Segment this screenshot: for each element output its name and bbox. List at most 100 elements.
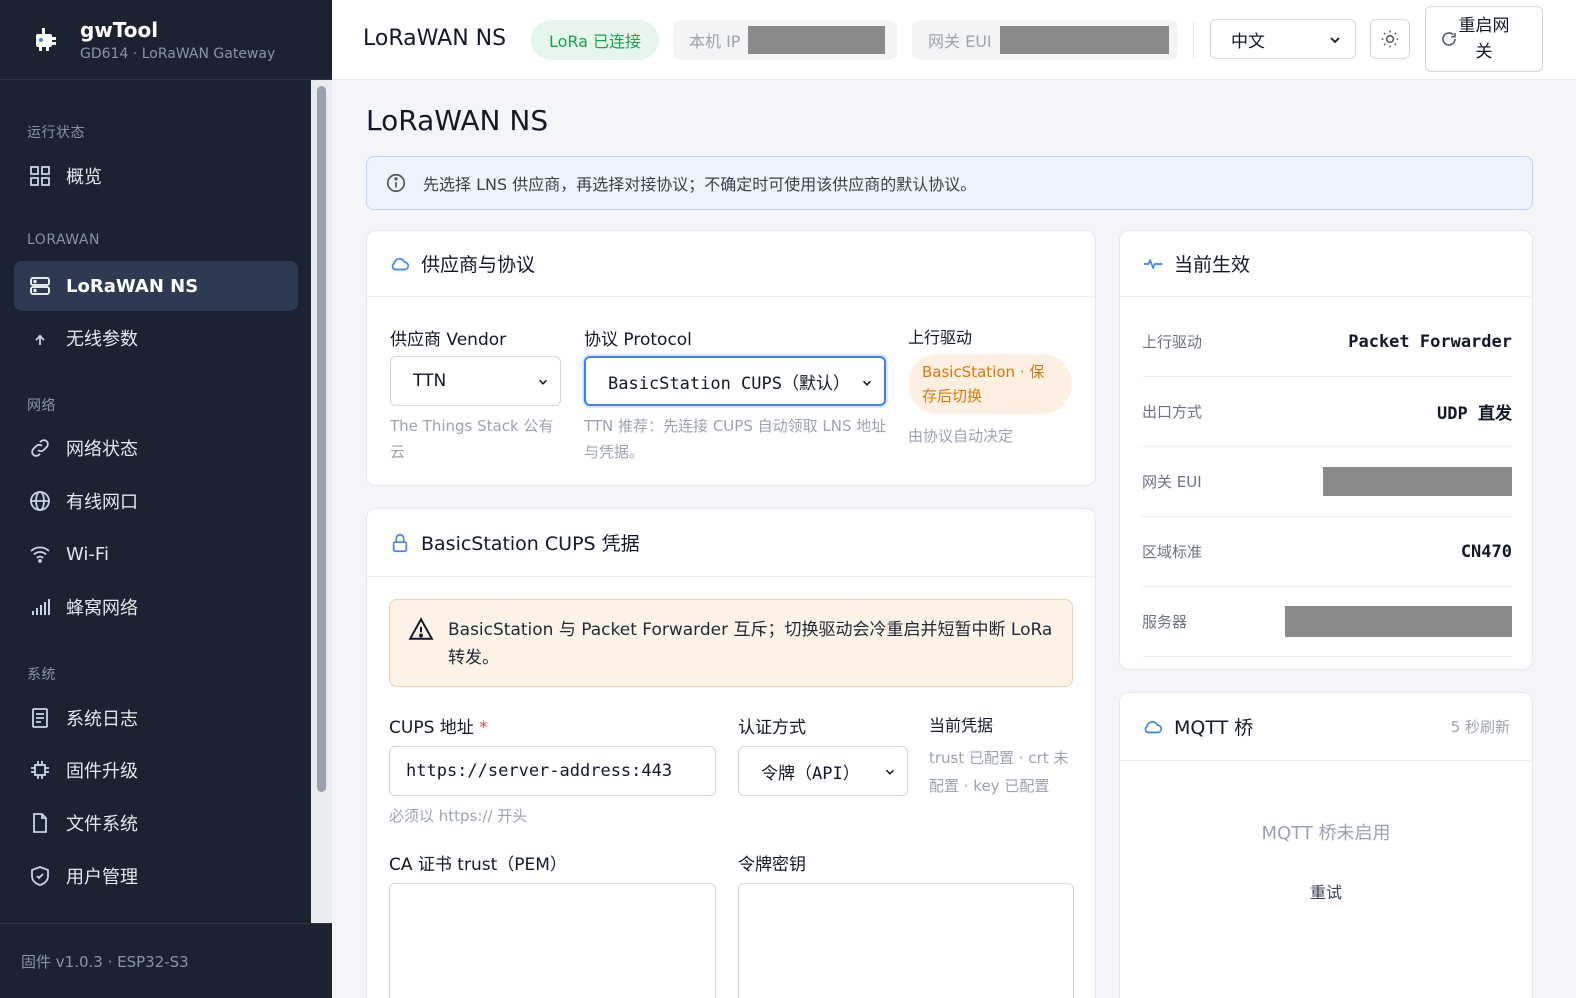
warning-text: BasicStation 与 Packet Forwarder 互斥；切换驱动会… [448, 620, 1053, 668]
brand: gwTool GD614 · LoRaWAN Gateway [0, 0, 332, 80]
cups-card-title: BasicStation CUPS 凭据 [421, 533, 640, 555]
mqtt-card-header: MQTT 桥 5 秒刷新 [1120, 693, 1532, 761]
sidebar-item-wifi[interactable]: Wi-Fi [14, 529, 298, 579]
kv-key: 出口方式 [1142, 403, 1203, 421]
shield-icon [31, 866, 49, 886]
file-icon [33, 813, 47, 833]
sidebar-item-lorawan-ns[interactable]: LoRaWAN NS [14, 261, 298, 311]
kv-row-region: 区域标准 CN470 [1142, 517, 1512, 587]
sidebar-item-label: 系统日志 [66, 709, 138, 730]
sidebar-item-label: 无线参数 [66, 329, 138, 350]
sidebar-item-firmware[interactable]: 固件升级 [14, 745, 298, 795]
gateway-eui-pill: 网关 EUI [912, 20, 1178, 60]
sidebar-item-label: Wi-Fi [66, 543, 109, 565]
kv-key: 上行驱动 [1142, 333, 1203, 351]
auth-method-label: 认证方式 [738, 718, 806, 738]
sidebar-scrollbar[interactable] [311, 80, 332, 923]
sidebar-item-label: 概览 [66, 167, 102, 188]
signal-icon [32, 599, 50, 615]
antenna-icon [35, 334, 45, 345]
vendor-card-header: 供应商与协议 [367, 231, 1095, 297]
language-select[interactable]: 中文 [1210, 19, 1356, 59]
local-ip-label: 本机 IP [689, 32, 741, 51]
current-credentials-label: 当前凭据 [929, 716, 994, 735]
gateway-eui-label: 网关 EUI [928, 32, 992, 51]
pulse-icon [1143, 257, 1163, 270]
server-icon [30, 277, 50, 295]
sun-icon [1381, 30, 1399, 48]
brand-subtitle: GD614 · LoRaWAN Gateway [80, 45, 276, 62]
language-value: 中文 [1231, 31, 1265, 52]
nav-section-status: 运行状态 [27, 125, 85, 141]
driver-hint: 由协议自动决定 [908, 427, 1014, 445]
theme-toggle-button[interactable] [1370, 19, 1410, 59]
cups-credentials-card: BasicStation CUPS 凭据 BasicStation 与 Pack… [366, 508, 1096, 998]
mqtt-bridge-card: MQTT 桥 5 秒刷新 MQTT 桥未启用 重试 [1119, 692, 1533, 998]
cups-address-input[interactable]: https://server-address:443 [389, 746, 716, 796]
log-icon [32, 708, 48, 728]
cups-address-hint: 必须以 https:// 开头 [389, 807, 528, 825]
kv-key: 网关 EUI [1142, 473, 1202, 491]
gateway-eui-redacted [1323, 467, 1512, 496]
chevron-down-icon [862, 380, 872, 386]
chevron-down-icon [538, 379, 548, 385]
mqtt-refresh-interval: 5 秒刷新 [1450, 718, 1510, 736]
header-divider [1193, 22, 1194, 58]
driver-label: 上行驱动 [908, 328, 973, 347]
link-icon [31, 439, 49, 457]
mqtt-retry-button[interactable]: 重试 [1120, 879, 1532, 903]
protocol-select[interactable]: BasicStation CUPS（默认） [584, 356, 886, 406]
protocol-hint: TTN 推荐：先连接 CUPS 自动领取 LNS 地址与凭据。 [584, 417, 887, 461]
sidebar-item-network-status[interactable]: 网络状态 [14, 423, 298, 473]
local-ip-redacted [748, 26, 886, 54]
chip-icon [31, 761, 49, 779]
sidebar-item-filesystem[interactable]: 文件系统 [14, 798, 298, 848]
sidebar: gwTool GD614 · LoRaWAN Gateway 运行状态 概览 L… [0, 0, 332, 998]
token-key-textarea[interactable] [738, 883, 1074, 998]
globe-icon [30, 491, 50, 511]
sidebar-item-overview[interactable]: 概览 [14, 151, 298, 201]
cups-card-header: BasicStation CUPS 凭据 [367, 509, 1095, 577]
header-title: LoRaWAN NS [363, 26, 507, 51]
warning-icon [408, 617, 434, 640]
page-title: LoRaWAN NS [366, 104, 549, 137]
current-credentials-value: trust 已配置 · crt 未配置 · key 已配置 [929, 749, 1069, 795]
effective-card-header: 当前生效 [1120, 231, 1532, 297]
local-ip-pill: 本机 IP [673, 20, 897, 60]
ca-trust-textarea[interactable] [389, 883, 716, 998]
sidebar-item-label: 固件升级 [66, 761, 138, 782]
vendor-label: 供应商 Vendor [390, 330, 507, 350]
sidebar-item-radio[interactable]: 无线参数 [14, 313, 298, 363]
lock-icon [392, 533, 408, 552]
wifi-icon [30, 546, 50, 563]
vendor-select[interactable]: TTN [390, 356, 561, 406]
sidebar-item-label: 文件系统 [66, 814, 138, 835]
sidebar-item-label: 有线网口 [66, 492, 138, 513]
auth-method-select[interactable]: 令牌（API） [738, 746, 908, 796]
sidebar-item-ethernet[interactable]: 有线网口 [14, 476, 298, 526]
warning-alert: BasicStation 与 Packet Forwarder 互斥；切换驱动会… [389, 599, 1073, 687]
firmware-version: 固件 v1.0.3 · ESP32-S3 [0, 923, 332, 998]
sidebar-item-label: 网络状态 [66, 439, 138, 460]
sidebar-item-users[interactable]: 用户管理 [14, 851, 298, 901]
sidebar-item-system-log[interactable]: 系统日志 [14, 693, 298, 743]
vendor-card-title: 供应商与协议 [421, 254, 536, 276]
effective-config-card: 当前生效 上行驱动 Packet Forwarder 出口方式 UDP 直发 网… [1119, 230, 1533, 670]
sidebar-item-cellular[interactable]: 蜂窝网络 [14, 582, 298, 632]
reboot-gateway-button[interactable]: 重启网关 [1425, 6, 1543, 72]
gateway-logo-icon [28, 23, 62, 57]
protocol-value: BasicStation CUPS（默认） [608, 373, 850, 394]
nav-section-lorawan: LORAWAN [27, 232, 100, 248]
auth-method-value: 令牌（API） [761, 763, 860, 784]
sidebar-nav: 运行状态 概览 LORAWAN LoRaWAN NS 无线参数 网络 网络状态 … [0, 80, 312, 923]
kv-value: CN470 [1460, 541, 1512, 562]
reboot-label: 重启网关 [1458, 16, 1510, 62]
info-alert: 先选择 LNS 供应商，再选择对接协议；不确定时可使用该供应商的默认协议。 [366, 156, 1533, 210]
scrollbar-thumb[interactable] [317, 86, 326, 792]
required-mark: * [479, 718, 488, 738]
lora-status-badge: LoRa 已连接 [531, 20, 659, 60]
sidebar-item-label: 蜂窝网络 [66, 598, 138, 619]
kv-row-driver: 上行驱动 Packet Forwarder [1142, 307, 1512, 377]
kv-row-gateway-eui: 网关 EUI [1142, 447, 1512, 517]
ca-trust-label: CA 证书 trust（PEM） [389, 855, 567, 875]
